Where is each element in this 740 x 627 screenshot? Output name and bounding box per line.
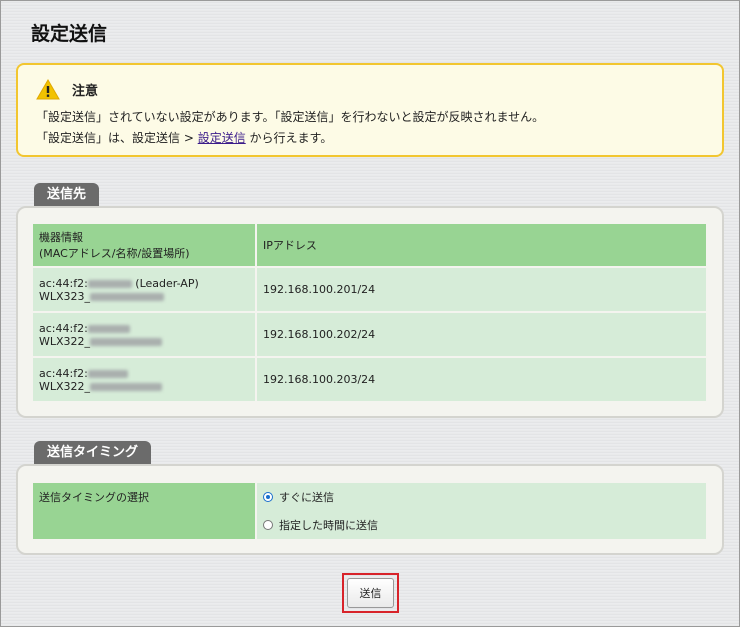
ip-cell: 192.168.100.203/24 — [255, 356, 708, 403]
header-device-line1: 機器情報 — [39, 231, 83, 244]
device-model: WLX322_ — [39, 379, 91, 393]
table-row: ac:44:f2: (Leader-AP) WLX323_ 192.168.10… — [31, 266, 708, 313]
redacted-name — [90, 337, 163, 346]
device-cell: ac:44:f2: WLX322_ — [31, 311, 257, 358]
notice-title: 注意 — [72, 84, 99, 99]
device-cell: ac:44:f2: WLX322_ — [31, 356, 257, 403]
header-device-line2: (MACアドレス/名称/設置場所) — [39, 247, 190, 260]
redacted-mac — [87, 369, 128, 378]
ip-cell: 192.168.100.202/24 — [255, 311, 708, 358]
destination-panel: 機器情報 (MACアドレス/名称/設置場所) IPアドレス ac:44:f2: … — [16, 206, 724, 418]
redacted-name — [90, 382, 163, 391]
destination-table: 機器情報 (MACアドレス/名称/設置場所) IPアドレス ac:44:f2: … — [31, 222, 708, 403]
notice-line-1: 「設定送信」されていない設定があります。「設定送信」を行わないと設定が反映されま… — [36, 110, 545, 124]
radio-send-now[interactable]: すぐに送信 — [263, 489, 700, 505]
notice-line-2: 「設定送信」は、設定送信 > 設定送信 から行えます。 — [36, 130, 704, 147]
device-role: (Leader-AP) — [131, 276, 199, 290]
timing-label: 送信タイミングの選択 — [31, 481, 257, 541]
timing-tab: 送信タイミング — [34, 441, 152, 465]
notice-line-2-suffix: から行えます。 — [245, 131, 333, 145]
radio-send-scheduled[interactable]: 指定した時間に送信 — [263, 517, 700, 533]
redacted-name — [90, 292, 165, 301]
radio-label: すぐに送信 — [279, 491, 334, 504]
ip-cell: 192.168.100.201/24 — [255, 266, 708, 313]
destination-tab: 送信先 — [34, 183, 100, 207]
mac-address: ac:44:f2: — [39, 321, 88, 335]
send-button[interactable]: 送信 — [347, 578, 394, 608]
table-header-row: 機器情報 (MACアドレス/名称/設置場所) IPアドレス — [31, 222, 708, 268]
redacted-mac — [87, 279, 132, 288]
settings-send-link[interactable]: 設定送信 — [198, 131, 246, 145]
notice-box: 注意 「設定送信」されていない設定があります。「設定送信」を行わないと設定が反映… — [16, 63, 724, 157]
send-button-highlight: 送信 — [342, 573, 399, 613]
notice-header: 注意 — [36, 79, 704, 100]
redacted-mac — [87, 324, 130, 333]
timing-options: すぐに送信 指定した時間に送信 — [255, 481, 708, 541]
radio-button[interactable] — [263, 492, 273, 502]
timing-row: 送信タイミングの選択 すぐに送信 指定した時間に送信 — [31, 481, 708, 541]
header-ip: IPアドレス — [255, 222, 708, 268]
mac-address: ac:44:f2: — [39, 366, 88, 380]
table-row: ac:44:f2: WLX322_ 192.168.100.203/24 — [31, 356, 708, 403]
notice-line-2-prefix: 「設定送信」は、設定送信 > — [36, 131, 198, 145]
device-model: WLX322_ — [39, 334, 91, 348]
header-device-info: 機器情報 (MACアドレス/名称/設置場所) — [31, 222, 257, 268]
table-row: ac:44:f2: WLX322_ 192.168.100.202/24 — [31, 311, 708, 358]
page-title: 設定送信 — [31, 23, 108, 45]
radio-label: 指定した時間に送信 — [279, 519, 378, 532]
warning-icon — [36, 79, 60, 100]
mac-address: ac:44:f2: — [39, 276, 88, 290]
timing-table: 送信タイミングの選択 すぐに送信 指定した時間に送信 — [31, 481, 708, 541]
device-model: WLX323_ — [39, 289, 91, 303]
radio-button[interactable] — [263, 520, 273, 530]
timing-panel: 送信タイミングの選択 すぐに送信 指定した時間に送信 — [16, 464, 724, 555]
device-cell: ac:44:f2: (Leader-AP) WLX323_ — [31, 266, 257, 313]
